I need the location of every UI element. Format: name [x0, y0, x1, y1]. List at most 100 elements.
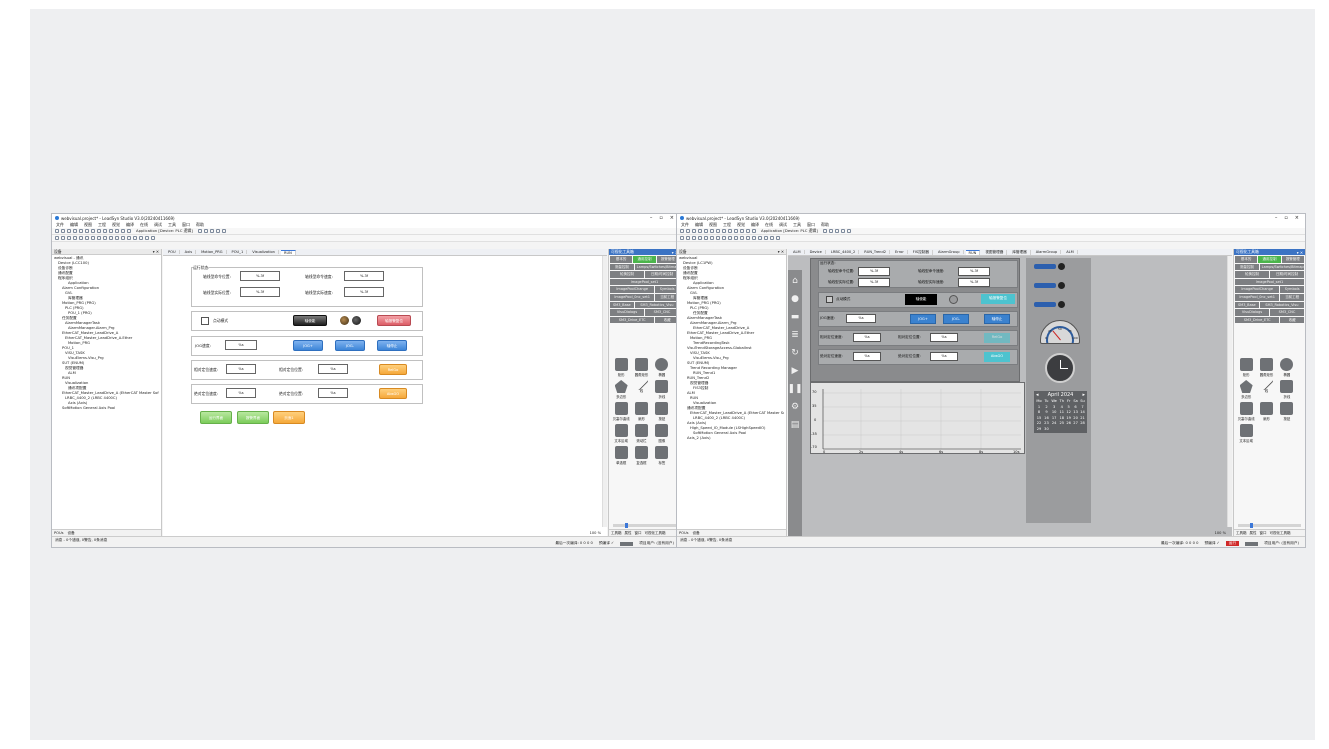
icon-size-slider[interactable]: [613, 523, 676, 528]
find-icon[interactable]: [734, 229, 738, 233]
home-icon[interactable]: ⌂: [792, 276, 798, 286]
play-icon[interactable]: ▶: [792, 366, 799, 376]
ungroup-icon[interactable]: [85, 236, 89, 240]
reset-icon[interactable]: [209, 229, 214, 233]
toolbox-control[interactable]: 椭圆: [652, 358, 672, 377]
toolbox-control[interactable]: 折线: [652, 380, 672, 399]
toolbox-category-button[interactable]: ImagePool_set1: [1235, 278, 1304, 286]
align-bottom-icon[interactable]: [698, 236, 702, 240]
jog-speed-input[interactable]: %s: [846, 314, 876, 323]
menu-item[interactable]: 视图: [84, 222, 92, 228]
document-tab[interactable]: Axis: [182, 250, 197, 254]
toolbox-control[interactable]: 线: [1256, 376, 1276, 399]
document-tab[interactable]: FIS控制器: [910, 249, 933, 255]
toolbox-control[interactable]: 椭圆: [1277, 358, 1297, 377]
new-file-icon[interactable]: [680, 229, 684, 233]
menu-item[interactable]: 视觉: [112, 222, 120, 228]
redo-icon[interactable]: [710, 229, 714, 233]
toolbox-control[interactable]: 多边形: [1236, 380, 1256, 399]
document-tab[interactable]: RUN: [280, 249, 296, 255]
toolbox-category-button[interactable]: ImagePoolChange: [1235, 286, 1280, 293]
toolbox-category-button[interactable]: 测量控制: [1235, 263, 1259, 271]
user-icon[interactable]: ●: [791, 294, 799, 304]
zoom-level[interactable]: 100 %: [1215, 531, 1226, 535]
toolbox-control[interactable]: 文本区域: [1236, 424, 1256, 443]
active-application-label[interactable]: Application [Device: PLC 逻辑]: [136, 228, 193, 234]
step-icon[interactable]: [840, 229, 845, 233]
zoom-in-icon[interactable]: [770, 236, 774, 240]
toolbox-category-button[interactable]: 当前工程: [1280, 293, 1305, 301]
open-file-icon[interactable]: [686, 229, 690, 233]
document-tab[interactable]: ALM: [1063, 250, 1078, 254]
stop-icon[interactable]: [828, 229, 833, 233]
toolbox-category-button[interactable]: 测量控制: [610, 263, 634, 271]
rel-speed-input[interactable]: %s: [226, 364, 256, 374]
toolbox-control[interactable]: 复选框: [631, 446, 651, 465]
abs-go-button[interactable]: AbsGO: [379, 388, 407, 399]
switch-1[interactable]: [1034, 264, 1056, 269]
calendar-day[interactable]: [1065, 427, 1072, 433]
toolbox-category-button[interactable]: ImagePool_set1: [610, 278, 679, 286]
find-icon[interactable]: [109, 229, 113, 233]
build-icon[interactable]: [115, 229, 119, 233]
menu-item[interactable]: 文件: [56, 222, 64, 228]
breakpoint-icon[interactable]: [221, 229, 226, 233]
toolbox-category-button[interactable]: SM3_CNC: [1270, 309, 1304, 316]
step-icon[interactable]: [215, 229, 220, 233]
document-tab[interactable]: ALM: [790, 250, 805, 254]
cut-icon[interactable]: [91, 229, 95, 233]
toolbox-control[interactable]: 图像: [652, 424, 672, 443]
abs-go-button[interactable]: AbsGO: [984, 352, 1010, 362]
axis-stop-button[interactable]: 轴停止: [984, 314, 1010, 324]
abs-pos-input[interactable]: %s: [318, 388, 348, 398]
align-right-icon[interactable]: [686, 236, 690, 240]
toolbox-control[interactable]: 矩形: [1236, 358, 1256, 377]
undo-icon[interactable]: [79, 229, 83, 233]
toolbox-category-button[interactable]: 轮换控制: [1235, 271, 1269, 278]
nav-page1-button[interactable]: 页面1: [273, 411, 305, 424]
toolbox-category-button[interactable]: SM3_Robotics_Visu: [634, 301, 680, 309]
rel-pos-input[interactable]: %s: [930, 333, 958, 342]
vspace-icon[interactable]: [764, 236, 768, 240]
right-pane-tab[interactable]: 可视化工具箱: [645, 531, 666, 536]
menu-item[interactable]: 工程: [98, 222, 106, 228]
logout-icon[interactable]: [752, 229, 756, 233]
menu-item[interactable]: 工程: [723, 222, 731, 228]
align-bottom-icon[interactable]: [73, 236, 77, 240]
toolbox-category-button[interactable]: 通用控制: [1258, 256, 1281, 263]
print-icon[interactable]: [698, 229, 702, 233]
active-application-label[interactable]: Application [Device: PLC 逻辑]: [761, 228, 818, 234]
vspace-icon[interactable]: [139, 236, 143, 240]
menu-item[interactable]: 编译: [751, 222, 759, 228]
minimize-icon[interactable]: –: [650, 215, 653, 221]
document-tab[interactable]: AlarmGroup: [1033, 250, 1062, 254]
hspace-icon[interactable]: [133, 236, 137, 240]
database-icon[interactable]: ≣: [791, 330, 799, 340]
right-pane-tab[interactable]: 属性: [1250, 531, 1257, 536]
zoom-out-icon[interactable]: [151, 236, 155, 240]
toolbox-control[interactable]: 圆角矩形: [631, 358, 651, 377]
rel-go-button[interactable]: RelGo: [379, 364, 407, 375]
pin-icon[interactable]: ▾ ✕: [778, 249, 784, 254]
menu-item[interactable]: 编辑: [695, 222, 703, 228]
undo-icon[interactable]: [704, 229, 708, 233]
save-icon[interactable]: [67, 229, 71, 233]
rel-speed-input[interactable]: %s: [853, 333, 881, 342]
maximize-icon[interactable]: ▫: [659, 215, 662, 221]
abs-pos-input[interactable]: %s: [930, 352, 958, 361]
same-height-icon[interactable]: [746, 236, 750, 240]
logout-icon[interactable]: [127, 229, 131, 233]
toolbox-control[interactable]: 扇形: [631, 402, 651, 421]
menu-item[interactable]: 帮助: [821, 222, 829, 228]
right-pane-tab[interactable]: 窗口: [635, 531, 642, 536]
menu-item[interactable]: 视觉: [737, 222, 745, 228]
toolbox-category-button[interactable]: 基本的: [1235, 256, 1258, 263]
icon-size-slider[interactable]: [1238, 523, 1301, 528]
document-tab[interactable]: POU_1: [229, 250, 248, 254]
jog-plus-button[interactable]: JOG+: [910, 314, 936, 324]
zoom-in-icon[interactable]: [145, 236, 149, 240]
right-pane-tab[interactable]: 可视化工具箱: [1270, 531, 1291, 536]
tree-item[interactable]: SoftMotion General Axis Pool: [54, 406, 159, 411]
back-icon[interactable]: [97, 236, 101, 240]
calendar-next-icon[interactable]: ▸: [1082, 392, 1085, 399]
